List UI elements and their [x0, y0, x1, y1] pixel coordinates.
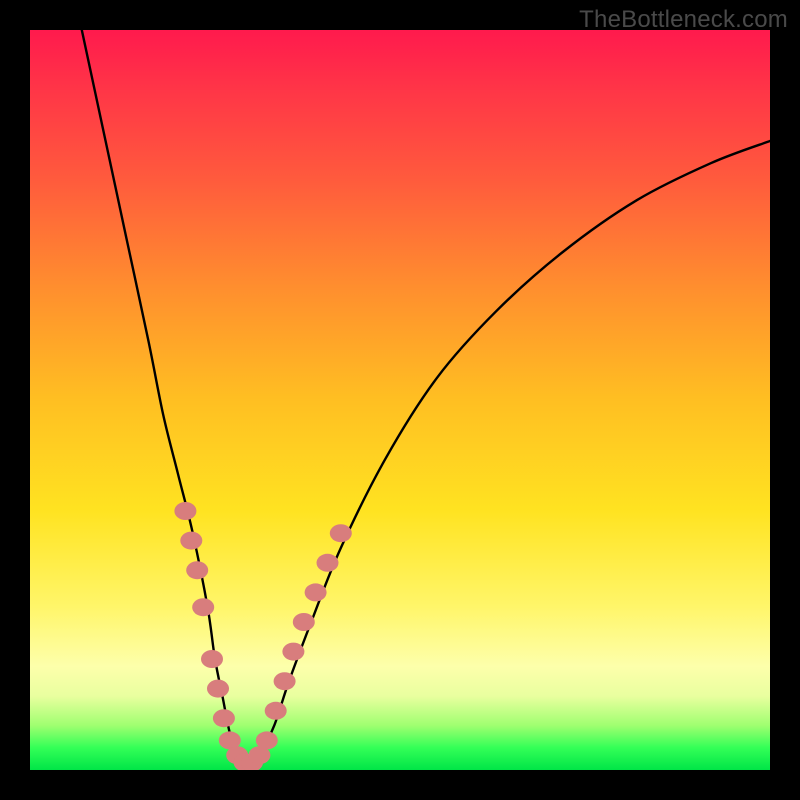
- bottleneck-curve: [82, 30, 770, 764]
- highlight-dot: [274, 672, 296, 690]
- highlight-dot: [201, 650, 223, 668]
- highlight-dot: [317, 554, 339, 572]
- highlight-dot: [282, 643, 304, 661]
- highlight-dot: [186, 561, 208, 579]
- highlight-dot: [265, 702, 287, 720]
- plot-area: [30, 30, 770, 770]
- chart-frame: TheBottleneck.com: [0, 0, 800, 800]
- highlight-dot: [174, 502, 196, 520]
- highlight-dot: [213, 709, 235, 727]
- highlight-dot: [305, 583, 327, 601]
- highlight-dot: [180, 532, 202, 550]
- highlight-dot: [293, 613, 315, 631]
- highlight-dot: [330, 524, 352, 542]
- highlight-dot: [192, 598, 214, 616]
- highlight-dot: [207, 680, 229, 698]
- highlight-dot: [256, 731, 278, 749]
- curve-svg: [30, 30, 770, 770]
- highlight-dots: [174, 502, 351, 770]
